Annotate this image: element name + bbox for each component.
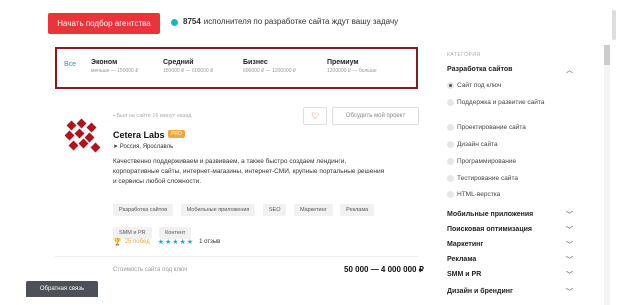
radio-icon[interactable] [447, 191, 454, 198]
performers-number: 8754 [183, 17, 201, 26]
radio-icon[interactable] [447, 99, 454, 106]
tag[interactable]: SEO [262, 204, 287, 216]
divider [55, 256, 418, 257]
chevron-down-icon[interactable]: ﹀ [566, 240, 573, 250]
filter-range: меньше — 150000 ₽ [91, 68, 139, 74]
location-arrow-icon: ➤ [113, 144, 120, 150]
company-description: Качественно поддерживаем и развиваем, а … [113, 158, 385, 185]
page-scrollbar[interactable] [612, 10, 616, 40]
tag[interactable]: Разработка сайтов [113, 204, 174, 216]
sidebar-subitem[interactable]: Проектирование сайта [457, 124, 567, 132]
sidebar-subitem[interactable]: Поддержка и развитие сайта [457, 99, 567, 107]
sidebar-subitem[interactable]: HTML-верстка [457, 191, 567, 199]
performers-text: исполнителя по разработке сайта ждут ваш… [203, 17, 399, 26]
chevron-down-icon[interactable]: ﹀ [566, 225, 573, 235]
filter-business[interactable]: Бизнес 600000 ₽ — 1200000 ₽ [243, 59, 296, 74]
radio-icon[interactable] [447, 175, 454, 182]
tag[interactable]: Маркетинг [293, 204, 333, 216]
sidebar-category[interactable]: Поисковая оптимизация [447, 226, 577, 233]
top-bar: Начать подбор агентства 8754 исполнителя … [0, 0, 620, 45]
filter-range: 150000 ₽ — 600000 ₽ [163, 68, 214, 74]
radio-icon[interactable] [447, 82, 454, 89]
budget-filter: Все Эконом меньше — 150000 ₽ Средний 150… [55, 47, 418, 89]
radio-icon[interactable] [447, 141, 454, 148]
tag[interactable]: Мобильные приложения [180, 204, 256, 216]
sidebar-heading: КАТЕГОРИЯ [447, 52, 481, 58]
filter-title: Бизнес [243, 59, 268, 66]
company-location: ➤ Россия, Ярославль [113, 143, 173, 150]
sidebar-category[interactable]: Маркетинг [447, 241, 577, 248]
last-seen: • Был на сайте 16 минут назад [113, 113, 192, 119]
sidebar-category[interactable]: Мобильные приложения [447, 211, 577, 218]
status-dot-icon [171, 19, 178, 26]
chevron-down-icon[interactable]: ﹀ [566, 255, 573, 265]
filter-title: Эконом [91, 59, 118, 66]
filter-title: Премиум [327, 59, 359, 66]
chevron-up-icon[interactable]: ︿ [566, 65, 573, 75]
rating-stars: ★★★★★ [157, 239, 195, 246]
company-logo [64, 118, 104, 158]
heart-icon: ♡ [310, 110, 320, 121]
location-text: Россия, Ярославль [119, 144, 174, 150]
chevron-down-icon[interactable]: ﹀ [566, 270, 573, 280]
cost-label: Стоимость сайта под ключ [113, 267, 188, 273]
performers-count: 8754 исполнителя по разработке сайта ждут… [183, 17, 398, 26]
sidebar-category[interactable]: Реклама [447, 256, 577, 263]
scrollbar-thumb[interactable] [604, 45, 610, 65]
start-agency-selection-button[interactable]: Начать подбор агентства [48, 13, 160, 34]
radio-icon[interactable] [447, 124, 454, 131]
sidebar-category[interactable]: SMM и PR [447, 271, 577, 278]
sidebar-subitem[interactable]: Сайт под ключ [457, 82, 567, 90]
rating-row: 🏆 25 побед ★★★★★ 1 отзыв [113, 238, 220, 246]
sidebar-category-web[interactable]: Разработка сайтов [447, 66, 577, 73]
discuss-project-button[interactable]: Обсудить мой проект [332, 107, 419, 125]
category-sidebar: КАТЕГОРИЯ Разработка сайтов ︿ Сайт под к… [447, 45, 617, 305]
feedback-button[interactable]: Обратная связь [26, 281, 98, 297]
filter-range: 1200000 ₽ — больше [327, 68, 377, 74]
radio-icon[interactable] [447, 158, 454, 165]
wins-link[interactable]: 25 побед [125, 239, 150, 245]
trophy-icon: 🏆 [113, 239, 122, 246]
sidebar-scrollbar[interactable] [604, 45, 610, 305]
tag[interactable]: Реклама [340, 204, 375, 216]
filter-range: 600000 ₽ — 1200000 ₽ [243, 68, 297, 74]
sidebar-subitem[interactable]: Программирование [457, 158, 567, 166]
filter-all[interactable]: Все [64, 61, 76, 68]
favorite-button[interactable]: ♡ [303, 107, 327, 125]
pro-badge: PRO [168, 130, 185, 138]
filter-economy[interactable]: Эконом меньше — 150000 ₽ [91, 59, 138, 74]
company-name[interactable]: Cetera Labs [113, 130, 165, 140]
filter-premium[interactable]: Премиум 1200000 ₽ — больше [327, 59, 377, 74]
filter-medium[interactable]: Средний 150000 ₽ — 600000 ₽ [163, 59, 213, 74]
chevron-down-icon[interactable]: ﹀ [566, 287, 573, 297]
chevron-down-icon[interactable]: ﹀ [566, 210, 573, 220]
filter-title: Средний [163, 59, 194, 66]
sidebar-subitem[interactable]: Тестирование сайта [457, 175, 567, 183]
sidebar-category[interactable]: Дизайн и брендинг [447, 288, 577, 295]
sidebar-subitem[interactable]: Дизайн сайта [457, 141, 567, 149]
reviews-count[interactable]: 1 отзыв [199, 239, 220, 245]
cost-value: 50 000 — 4 000 000 ₽ [344, 265, 424, 274]
